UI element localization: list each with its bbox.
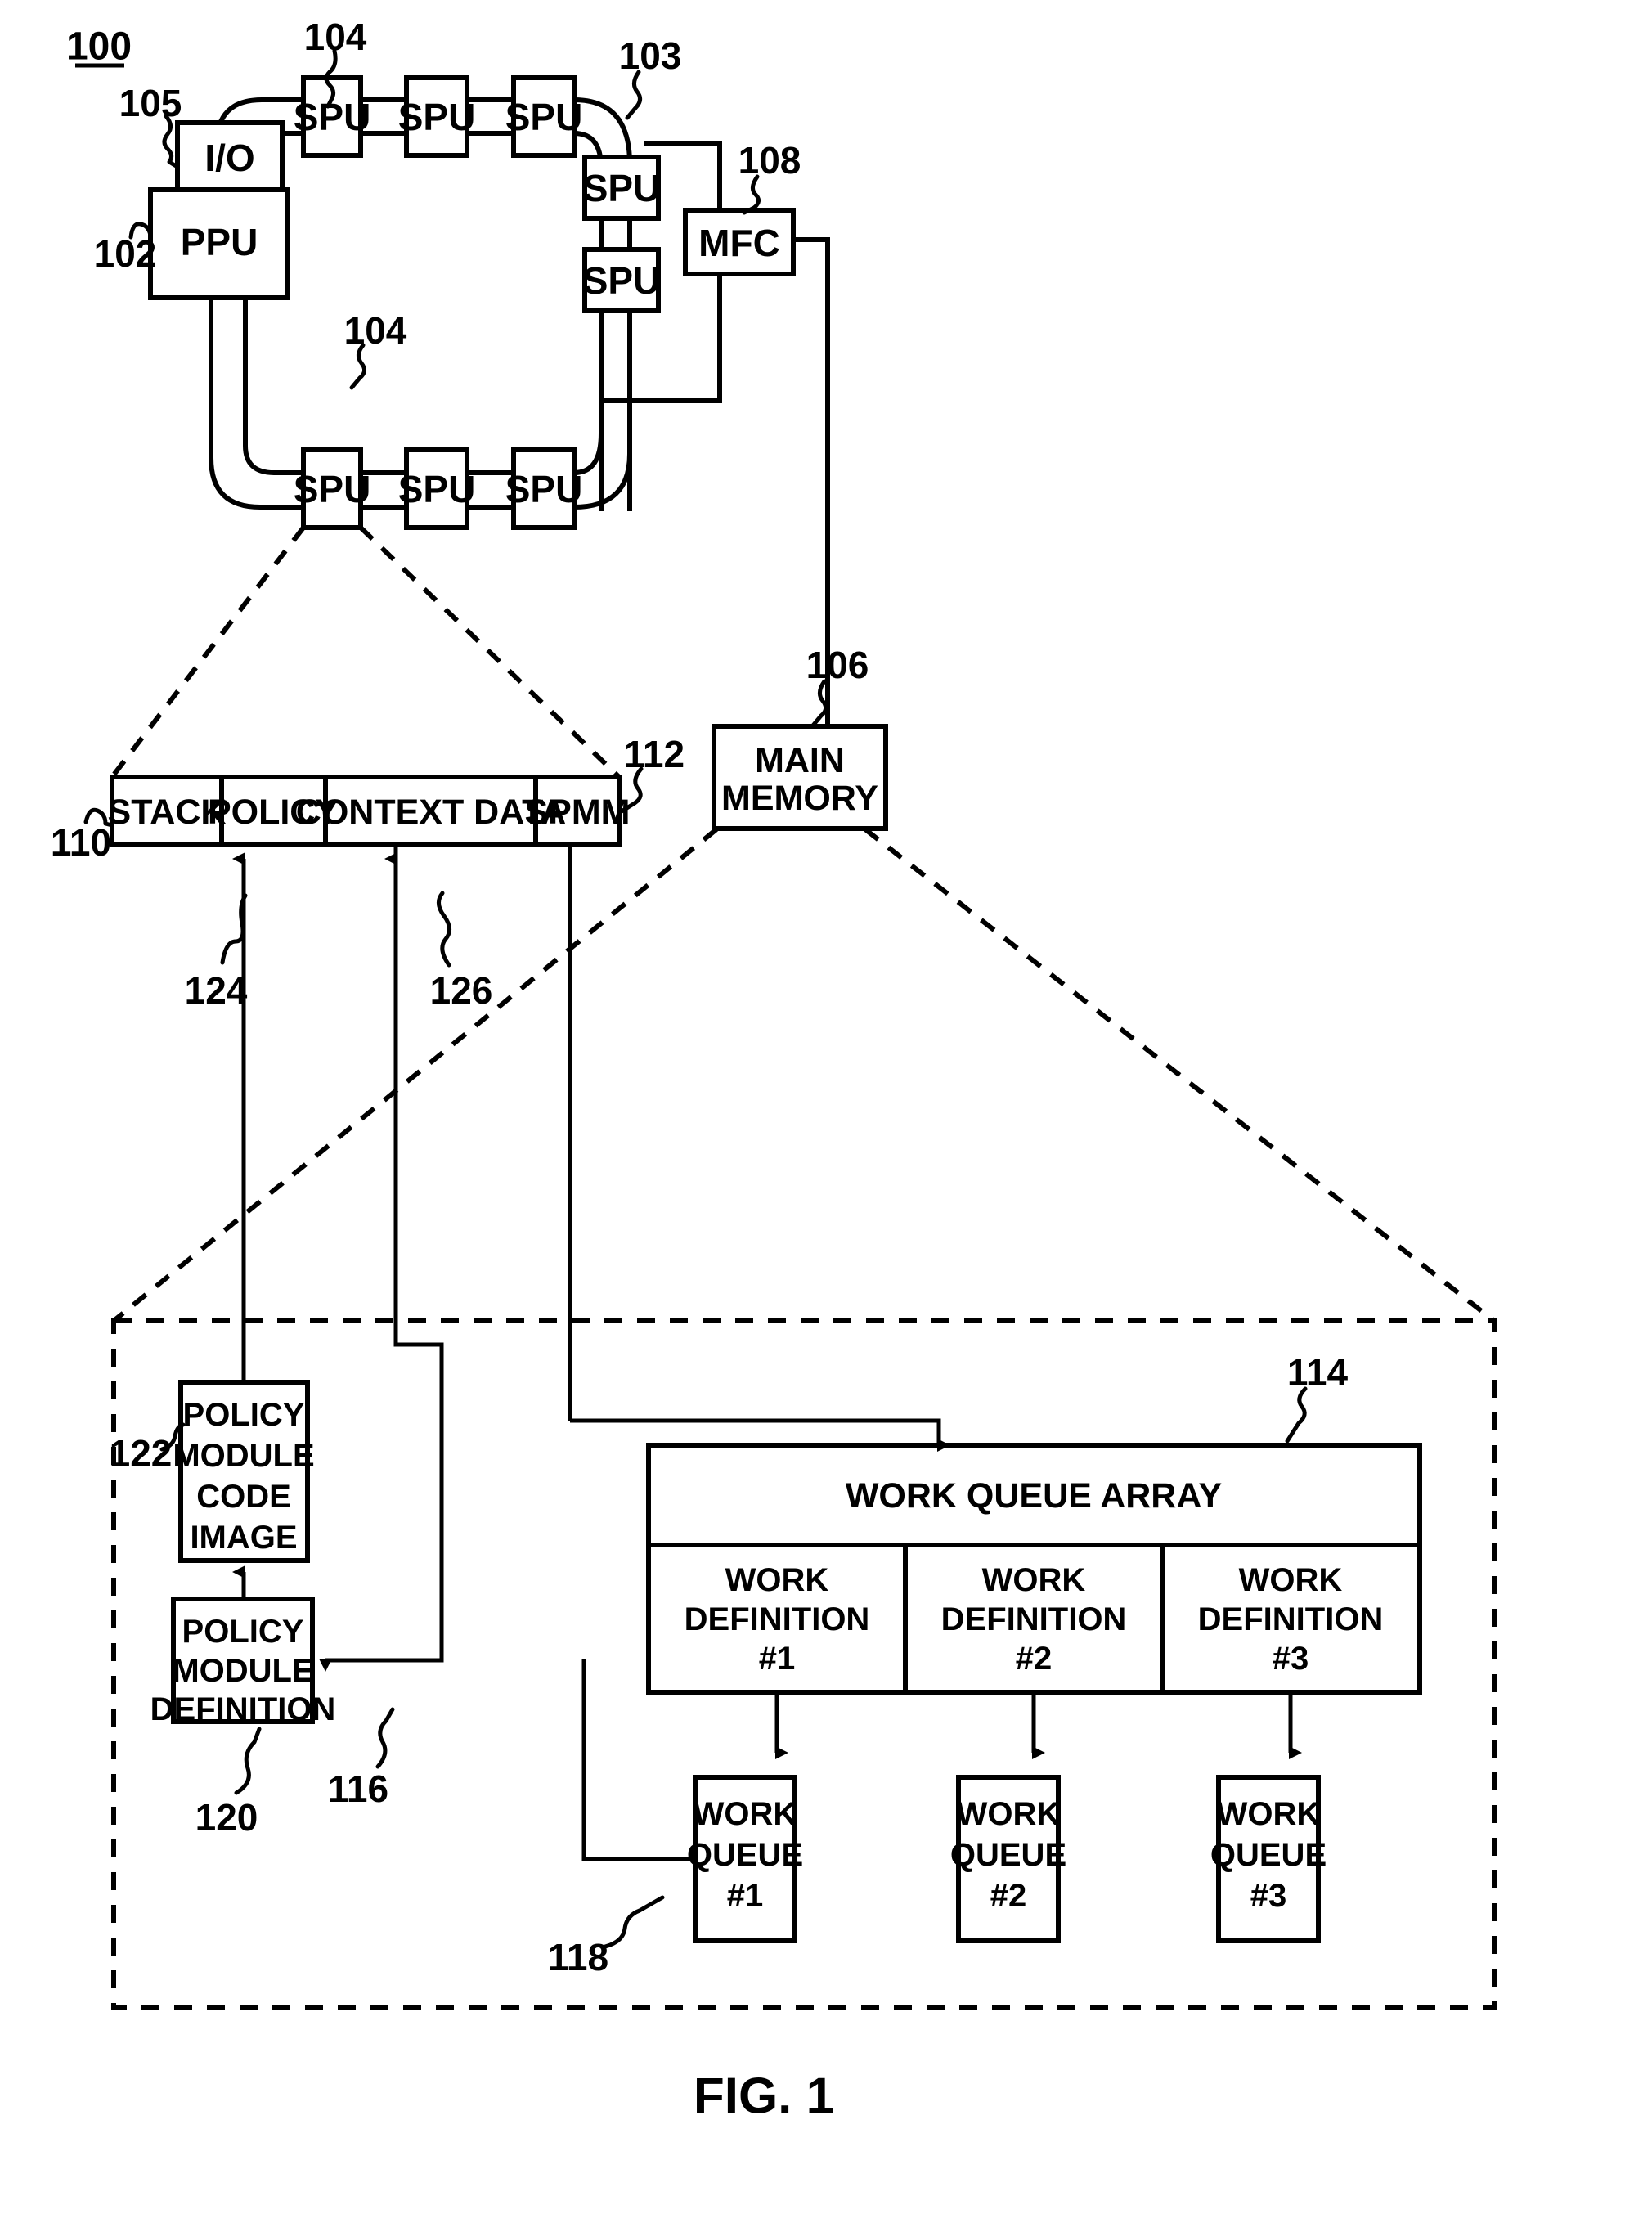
work-queue-2-line-3: #2 [990,1878,1027,1914]
ref-120: 120 [195,1727,262,1839]
work-definition-3-line-3: #3 [1273,1641,1309,1677]
spu-right-column: SPU SPU [582,155,661,313]
io-unit: I/O [175,120,285,192]
patent-figure: 100 SPU SPU SPU SPU SPU SPU SPU SPU I/O … [0,0,1652,2223]
pmci-line-1: POLICY [183,1397,305,1433]
main-memory-label-line1: MAIN [755,741,845,780]
memory-callout-line-right [864,827,1496,1323]
ref-112: 112 [619,733,685,814]
ref-104-bottom-text: 104 [344,309,407,352]
ref-110-text: 110 [51,821,111,864]
memory-callout-line-left [112,827,718,1323]
work-queue-2-line-2: QUEUE [950,1837,1066,1873]
ref-126: 126 [430,891,493,1012]
main-memory-callout-lines [112,827,1496,1323]
ref-120-text: 120 [195,1796,258,1839]
io-label: I/O [204,137,254,179]
figure-number-text: 100 [66,25,132,69]
work-definition-2-line-2: DEFINITION [941,1601,1127,1637]
mfc-unit: MFC [683,208,796,276]
policy-module-definition: POLICY MODULE DEFINITION [150,1597,336,1727]
main-memory-unit: MAIN MEMORY [712,724,888,831]
mfc-label: MFC [698,222,780,264]
spu-label-bottom-1: SPU [294,468,371,510]
ref-110: 110 [51,807,114,864]
spu-label-right-1: SPU [583,167,661,209]
work-queue-2-line-1: WORK [957,1796,1061,1832]
work-queues: WORK QUEUE #1 WORK QUEUE #2 WORK QUEUE #… [687,1775,1327,1943]
work-queue-array: WORK QUEUE ARRAY WORK DEFINITION #1 WORK… [646,1443,1422,1695]
work-queue-array-title: WORK QUEUE ARRAY [846,1476,1222,1516]
figure-caption: FIG. 1 [694,2068,834,2125]
ref-124: 124 [185,893,248,1012]
pmd-line-3: DEFINITION [150,1691,336,1727]
work-definition-1-line-2: DEFINITION [685,1601,870,1637]
work-queue-3-line-3: #3 [1250,1878,1287,1914]
work-queue-3-line-2: QUEUE [1210,1837,1327,1873]
work-definition-1-line-3: #1 [759,1641,796,1677]
ref-103-text: 103 [619,34,682,77]
spu-label-top-3: SPU [505,96,583,138]
spu-top-row: SPU SPU SPU [294,75,583,158]
ref-102-text: 102 [94,232,157,275]
ref-116: 116 [328,1707,395,1810]
figure-1-diagram: 100 SPU SPU SPU SPU SPU SPU SPU SPU I/O … [51,16,1497,2125]
pmci-line-3: CODE [196,1479,291,1515]
ref-108-text: 108 [738,139,801,182]
ref-118-text: 118 [548,1936,608,1978]
ref-106-text: 106 [806,644,869,686]
context-data-to-policy-definition-line [319,845,444,1672]
spu-label-top-2: SPU [398,96,476,138]
pmci-line-4: IMAGE [190,1520,297,1556]
spu-label-bottom-3: SPU [505,468,583,510]
spmm-to-wqa-arrow [570,1418,950,1452]
work-queue-1-line-1: WORK [694,1796,797,1832]
callout-line-right [358,525,622,779]
work-definition-2-line-3: #2 [1016,1641,1053,1677]
work-definition-2-line-1: WORK [982,1562,1086,1598]
ppu-label: PPU [181,221,258,263]
local-store-segment-spmm: SPMM [525,793,631,832]
ref-114-text: 114 [1287,1351,1349,1394]
pmd-line-1: POLICY [182,1614,304,1650]
figure-number-100: 100 [66,25,132,69]
spu-bottom-row: SPU SPU SPU [294,447,583,530]
main-memory-label-line2: MEMORY [721,779,878,818]
local-store-band: STACK POLICY CONTEXT DATA SPMM [108,775,631,847]
pmci-line-2: MODULE [173,1438,314,1474]
ref-124-text: 124 [185,969,248,1012]
ref-126-text: 126 [430,969,493,1012]
ref-114: 114 [1285,1351,1349,1444]
ref-116-text: 116 [328,1767,388,1810]
pmd-line-2: MODULE [172,1653,313,1689]
work-definition-3-line-2: DEFINITION [1198,1601,1384,1637]
work-definition-3-line-1: WORK [1239,1562,1343,1598]
ref-105-text: 105 [119,82,182,124]
policy-module-code-image: POLICY MODULE CODE IMAGE [173,1380,315,1563]
ref-112-text: 112 [624,733,685,775]
spu-label-bottom-2: SPU [398,468,476,510]
work-definition-1-line-1: WORK [725,1562,829,1598]
work-queue-1-line-2: QUEUE [687,1837,803,1873]
ref-122-text: 122 [110,1432,173,1475]
ref-118: 118 [548,1895,665,1978]
local-store-callout-lines [110,525,622,779]
work-queue-3-line-1: WORK [1217,1796,1321,1832]
spu-label-right-2: SPU [583,259,661,302]
ppu-unit: PPU [148,187,290,300]
work-queue-1-line-3: #1 [727,1878,764,1914]
callout-line-left [110,526,306,779]
